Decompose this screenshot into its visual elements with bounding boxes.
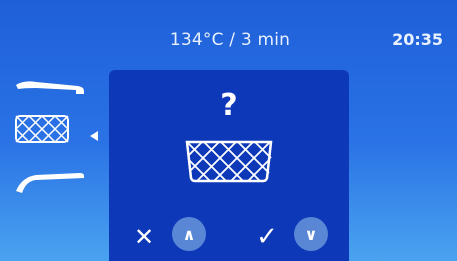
down-button[interactable]: ∨ [294, 217, 328, 251]
dialog-actions: ✕ ∧ ✓ ∨ [109, 216, 349, 256]
instrument-sidebar [14, 70, 104, 210]
program-label: 134°C / 3 min [169, 30, 291, 50]
straight-handpiece-icon[interactable] [14, 76, 86, 102]
clock: 20:35 [392, 30, 443, 49]
contra-angle-handpiece-icon[interactable] [14, 165, 86, 199]
cancel-button[interactable]: ✕ [127, 222, 161, 252]
status-bar: 134°C / 3 min 20:35 [0, 0, 457, 60]
question-mark: ? [220, 88, 238, 123]
up-button[interactable]: ∧ [172, 217, 206, 251]
basket-icon [183, 138, 275, 188]
confirm-button[interactable]: ✓ [250, 222, 284, 252]
confirmation-dialog: ? ✕ ∧ ✓ ∨ [109, 70, 349, 261]
selection-pointer-icon [90, 126, 98, 145]
basket-icon[interactable] [14, 114, 70, 148]
